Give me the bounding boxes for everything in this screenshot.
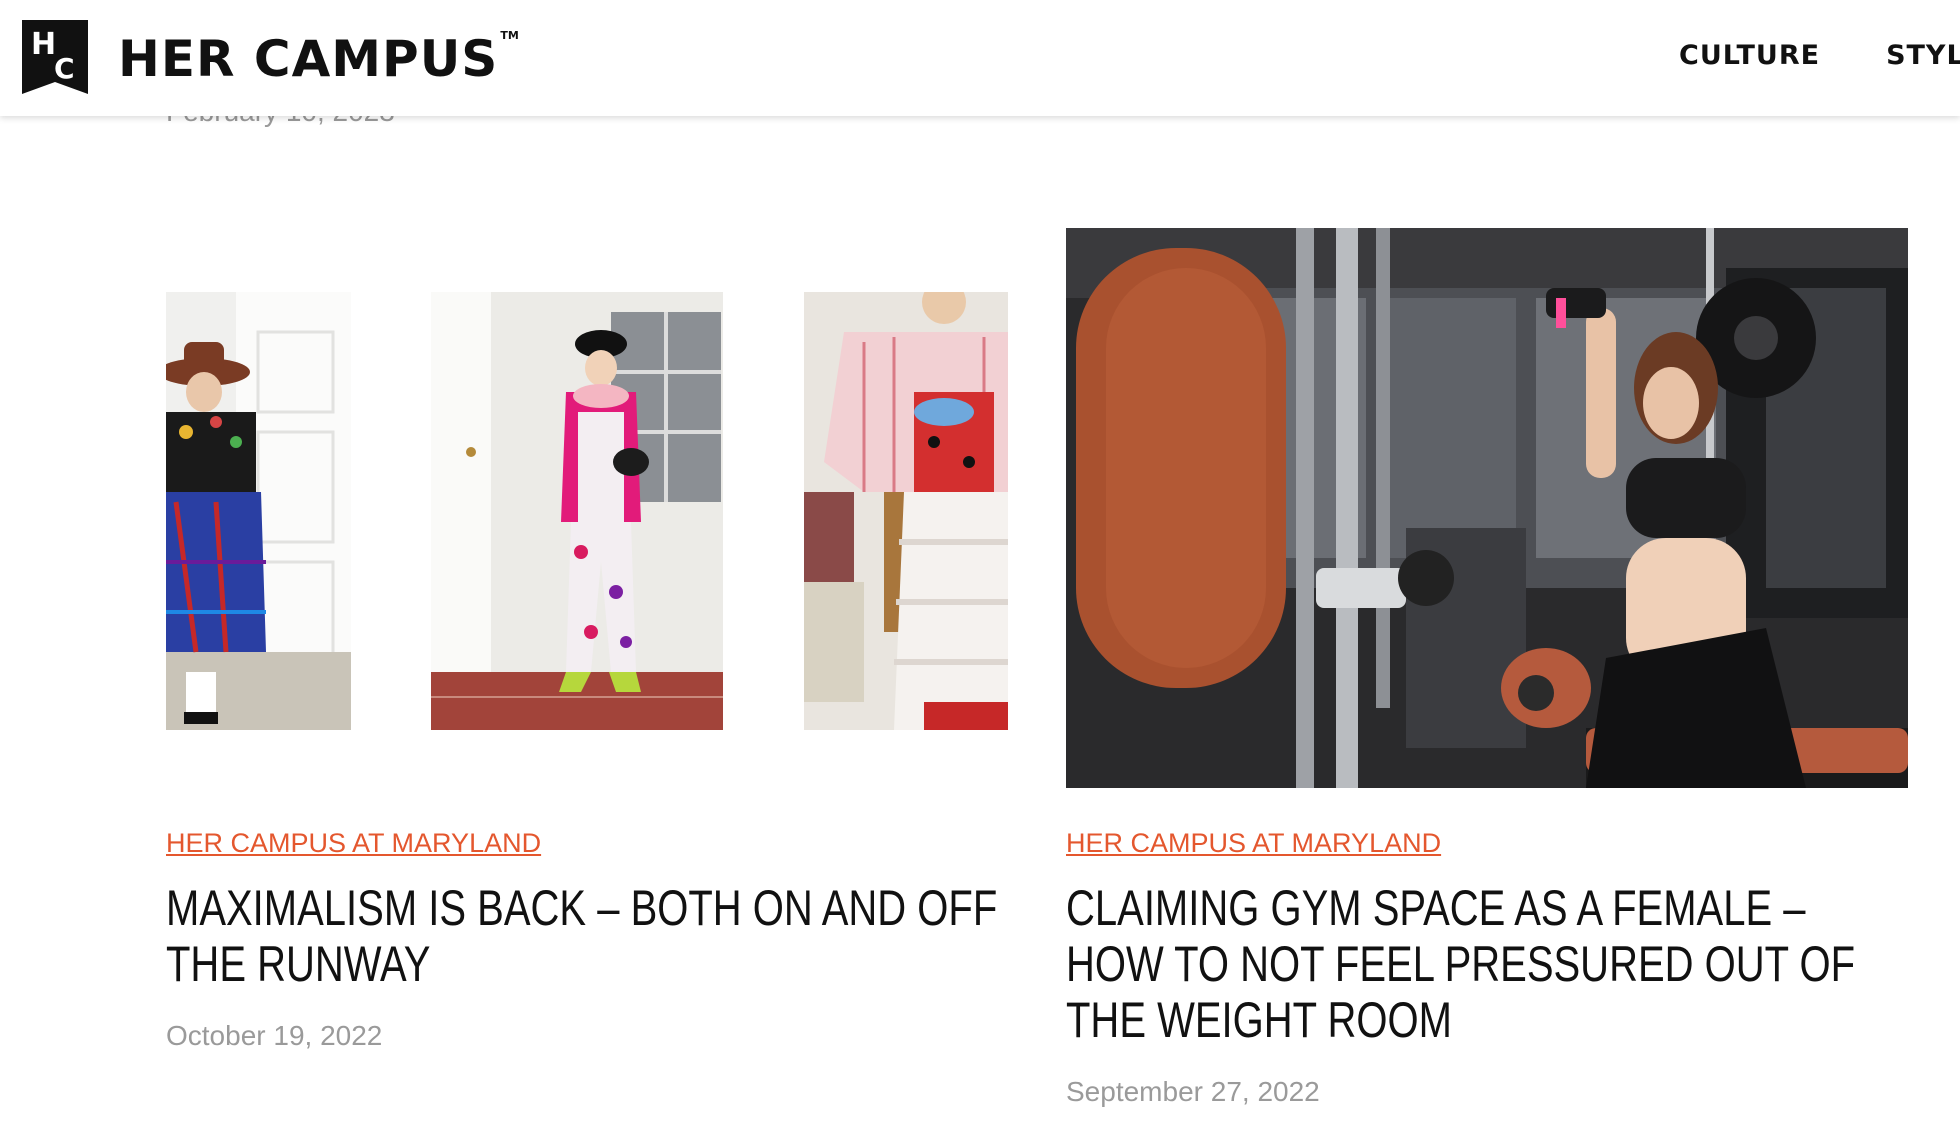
gym-photo	[1066, 228, 1908, 788]
nav-style[interactable]: STYLE	[1886, 40, 1960, 71]
article-image-link[interactable]	[166, 228, 1008, 788]
article-tag-link[interactable]: HER CAMPUS AT MARYLAND	[166, 828, 541, 859]
svg-text:H: H	[31, 27, 56, 62]
article-date: September 27, 2022	[1066, 1076, 1320, 1107]
article-date: October 19, 2022	[166, 1020, 383, 1051]
outfit-photo-1	[166, 292, 351, 730]
hc-logo-icon: H C	[22, 20, 88, 94]
article-image-link[interactable]	[1066, 228, 1908, 788]
article-tag-link[interactable]: HER CAMPUS AT MARYLAND	[1066, 828, 1441, 859]
site-header: H C HER CAMPUS TM CULTURE STYLE	[0, 0, 1960, 116]
article-title[interactable]: CLAIMING GYM SPACE AS A FEMALE – HOW TO …	[1066, 880, 1906, 1048]
article-card: HER CAMPUS AT MARYLAND CLAIMING GYM SPAC…	[1066, 228, 1908, 1107]
outfit-photo-2	[431, 292, 723, 730]
brand-name: HER CAMPUS	[118, 30, 499, 88]
article-title[interactable]: MAXIMALISM IS BACK – BOTH ON AND OFF THE…	[166, 880, 1006, 992]
main-nav: CULTURE STYLE	[1679, 40, 1960, 71]
outfit-photo-3	[804, 292, 1008, 730]
article-card: HER CAMPUS AT MARYLAND MAXIMALISM IS BAC…	[166, 228, 1008, 1051]
site-logo[interactable]: H C HER CAMPUS TM	[22, 20, 519, 94]
svg-text:C: C	[54, 52, 75, 85]
nav-culture[interactable]: CULTURE	[1679, 40, 1820, 71]
trademark-mark: TM	[500, 28, 519, 42]
